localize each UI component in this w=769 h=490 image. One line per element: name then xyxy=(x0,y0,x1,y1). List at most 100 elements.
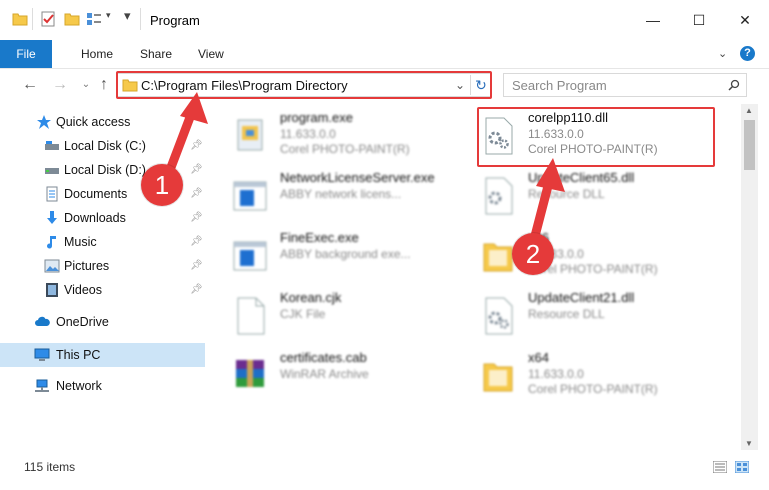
sidebar-item-label: Music xyxy=(64,235,97,249)
file-item-x64[interactable]: x64 11.633.0.0 Corel PHOTO-PAINT(R) xyxy=(480,350,720,406)
file-list: program.exe 11.633.0.0 Corel PHOTO-PAINT… xyxy=(206,104,740,450)
new-folder-icon[interactable] xyxy=(64,11,80,27)
pin-icon[interactable]: 📌︎ xyxy=(190,284,203,296)
address-highlight xyxy=(116,71,492,99)
tiles-view-icon[interactable] xyxy=(735,461,749,473)
file-description: Resource DLL xyxy=(528,307,605,321)
tab-share[interactable]: Share xyxy=(140,40,172,68)
details-view-icon[interactable] xyxy=(713,461,727,473)
sidebar-item-label: Downloads xyxy=(64,211,126,225)
file-item-certificates-cab[interactable]: certificates.cab WinRAR Archive xyxy=(232,350,472,406)
arrow-right-icon: → xyxy=(52,76,68,93)
file-name: certificates.cab xyxy=(280,350,367,365)
dll-gear-icon xyxy=(485,297,513,335)
maximize-button[interactable]: ☐ xyxy=(676,0,722,40)
tab-view[interactable]: View xyxy=(198,40,224,68)
sidebar-item-local-disk-c[interactable]: Local Disk (C:) 📌︎ xyxy=(0,135,205,157)
file-description: Corel PHOTO-PAINT(R) xyxy=(528,382,658,396)
sidebar-item-music[interactable]: Music 📌︎ xyxy=(0,231,205,253)
search-icon[interactable] xyxy=(728,79,740,91)
dll-gear-icon xyxy=(485,177,513,215)
properties-icon[interactable] xyxy=(40,11,56,27)
picture-icon xyxy=(44,259,60,273)
vertical-scrollbar[interactable]: ▲ ▼ xyxy=(741,104,758,450)
file-name: Korean.cjk xyxy=(280,290,342,305)
file-description: ABBY network licens... xyxy=(280,187,402,201)
pin-icon[interactable]: 📌︎ xyxy=(190,140,203,152)
sidebar-item-label: Videos xyxy=(64,283,102,297)
scroll-up-icon[interactable]: ▲ xyxy=(745,106,753,115)
scroll-down-icon[interactable]: ▼ xyxy=(745,439,753,448)
tab-file[interactable]: File xyxy=(0,40,52,68)
sidebar-item-quick-access[interactable]: Quick access xyxy=(0,111,205,133)
pin-icon[interactable]: 📌︎ xyxy=(190,236,203,248)
scroll-thumb[interactable] xyxy=(744,120,755,170)
address-row: ← → ⌄ ↑ C:\Program Files\Program Directo… xyxy=(0,69,769,103)
sidebar-item-label: OneDrive xyxy=(56,315,109,329)
file-version: 11.633.0.0 xyxy=(528,367,584,381)
search-box[interactable]: Search Program xyxy=(503,73,747,97)
item-count: 115 items xyxy=(24,460,76,474)
file-name: NetworkLicenseServer.exe xyxy=(280,170,435,185)
callout-badge-2: 2 xyxy=(512,233,554,275)
sidebar-item-label: This PC xyxy=(56,348,101,362)
video-icon xyxy=(46,283,58,297)
customize-toolbar-icon[interactable]: ▾ xyxy=(106,10,111,21)
close-icon: ✕ xyxy=(739,11,751,28)
file-item-updateclient21-dll[interactable]: UpdateClient21.dll Resource DLL xyxy=(480,290,720,346)
expand-ribbon-icon[interactable]: ⌄ xyxy=(718,47,727,60)
file-item-korean-cjk[interactable]: Korean.cjk CJK File xyxy=(232,290,472,346)
file-item-updateclient65-dll[interactable]: UpdateClient65.dll Resource DLL xyxy=(480,170,720,226)
sidebar-item-label: Pictures xyxy=(64,259,110,273)
tab-home[interactable]: Home xyxy=(81,40,113,68)
file-description: WinRAR Archive xyxy=(280,367,369,381)
pin-icon[interactable]: 📌︎ xyxy=(190,188,203,200)
close-button[interactable]: ✕ xyxy=(722,0,768,40)
file-item-program-exe[interactable]: program.exe 11.633.0.0 Corel PHOTO-PAINT… xyxy=(232,110,472,166)
network-icon xyxy=(35,379,49,392)
star-icon xyxy=(37,115,51,129)
drive-icon xyxy=(45,141,59,150)
window-title: Program xyxy=(150,13,200,28)
back-button[interactable]: ← xyxy=(20,75,40,95)
pin-icon[interactable]: 📌︎ xyxy=(190,260,203,272)
pin-icon[interactable]: 📌︎ xyxy=(190,212,203,224)
divider xyxy=(140,8,141,30)
sidebar-item-videos[interactable]: Videos 📌︎ xyxy=(0,279,205,301)
up-button[interactable]: ↑ xyxy=(94,75,114,95)
maximize-icon: ☐ xyxy=(692,11,706,28)
pin-icon[interactable]: 📌︎ xyxy=(190,164,203,176)
minimize-button[interactable]: — xyxy=(630,0,676,40)
callout-badge-1: 1 xyxy=(141,164,183,206)
file-highlight xyxy=(477,107,715,167)
file-item-networklicenseserver-exe[interactable]: NetworkLicenseServer.exe ABBY network li… xyxy=(232,170,472,226)
drive-icon xyxy=(45,168,59,174)
search-input[interactable]: Search Program xyxy=(512,78,607,93)
minimize-icon: — xyxy=(646,12,660,28)
file-name: UpdateClient21.dll xyxy=(528,290,635,305)
recent-locations-button[interactable]: ⌄ xyxy=(76,75,96,95)
folder-icon xyxy=(12,13,28,26)
dropdown-icon[interactable]: ▾ xyxy=(124,8,131,24)
sidebar-item-label: Documents xyxy=(64,187,128,201)
chevron-down-icon: ⌄ xyxy=(81,79,91,90)
sidebar-item-network[interactable]: Network xyxy=(0,375,205,397)
folder-file-icon xyxy=(483,363,513,392)
forward-button[interactable]: → xyxy=(50,75,70,95)
folder-file-icon xyxy=(483,243,513,272)
sidebar-item-onedrive[interactable]: OneDrive xyxy=(0,311,205,333)
sidebar-item-pictures[interactable]: Pictures 📌︎ xyxy=(0,255,205,277)
file-name: UpdateClient65.dll xyxy=(528,170,635,185)
file-item-fineexec-exe[interactable]: FineExec.exe ABBY background exe... xyxy=(232,230,472,286)
file-description: CJK File xyxy=(280,307,326,321)
view-options-icon[interactable] xyxy=(86,11,102,27)
download-icon xyxy=(47,211,57,224)
sidebar-item-downloads[interactable]: Downloads 📌︎ xyxy=(0,207,205,229)
help-icon[interactable]: ? xyxy=(740,46,755,61)
divider xyxy=(32,8,33,30)
winrar-icon xyxy=(236,360,264,387)
computer-icon xyxy=(34,348,50,361)
exe-icon xyxy=(237,119,263,151)
sidebar-item-label: Local Disk (D:) xyxy=(64,163,146,177)
sidebar-item-this-pc[interactable]: This PC xyxy=(0,343,205,367)
